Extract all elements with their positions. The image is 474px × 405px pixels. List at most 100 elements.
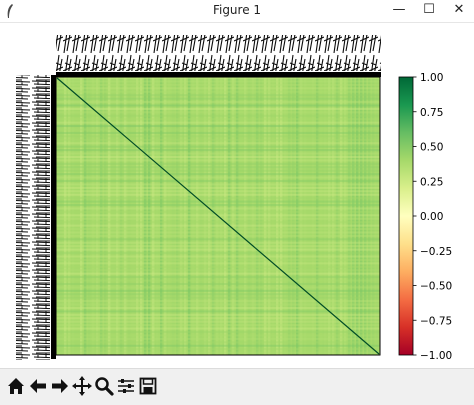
colorbar-tick-label: 1.00 <box>420 72 443 84</box>
forward-button[interactable] <box>50 375 70 397</box>
heatmap-row <box>56 293 380 296</box>
heatmap-row <box>56 320 380 323</box>
heatmap-row <box>56 272 380 275</box>
colorbar-gradient <box>398 76 414 356</box>
maximize-button[interactable]: ☐ <box>414 0 444 22</box>
heatmap-row <box>56 80 380 83</box>
heatmap-row <box>56 142 380 145</box>
heatmap-row <box>56 183 380 186</box>
heatmap-row <box>56 269 380 272</box>
heatmap-row <box>56 224 380 227</box>
heatmap-row <box>56 193 380 196</box>
heatmap-row <box>56 317 380 320</box>
heatmap-row <box>56 265 380 268</box>
heatmap-row <box>56 337 380 340</box>
heatmap-row <box>56 241 380 244</box>
heatmap-row <box>56 125 380 128</box>
heatmap-row <box>56 176 380 179</box>
top-tick-band <box>56 72 381 77</box>
heatmap-row <box>56 97 380 100</box>
configure-subplots-button[interactable] <box>116 375 136 397</box>
heatmap-row <box>56 245 380 248</box>
colorbar-tick-label: −0.75 <box>420 315 452 327</box>
colorbar-tick-label: −0.25 <box>420 246 452 258</box>
heatmap-row <box>56 159 380 162</box>
title-bar: Figure 1 — ☐ ✕ <box>0 0 474 23</box>
home-button[interactable] <box>6 375 26 397</box>
heatmap-row <box>56 166 380 169</box>
heatmap-row <box>56 238 380 241</box>
heatmap-row <box>56 149 380 152</box>
heatmap-row <box>56 197 380 200</box>
heatmap-row <box>56 217 380 220</box>
zoom-button[interactable] <box>94 375 114 397</box>
heatmap-row <box>56 344 380 347</box>
heatmap-row <box>56 179 380 183</box>
heatmap-row <box>56 207 380 210</box>
heatmap-row <box>56 145 380 148</box>
back-icon <box>30 379 46 393</box>
heatmap-row <box>56 173 380 176</box>
colorbar-tick-label: 0.50 <box>420 142 443 154</box>
heatmap-row <box>56 334 380 337</box>
back-button[interactable] <box>28 375 48 397</box>
heatmap-row <box>56 296 380 299</box>
heatmap-row <box>56 111 380 114</box>
save-icon <box>139 377 157 395</box>
heatmap-row <box>56 210 380 213</box>
heatmap-row <box>56 279 380 282</box>
heatmap-row <box>56 135 380 138</box>
heatmap-row <box>56 186 380 189</box>
correlation-heatmap-figure: 1.00 0.75 0.50 0.25 0.00 −0.25 −0.50 −0.75 −1.00 <box>0 23 474 368</box>
configure-subplots-icon <box>118 379 134 393</box>
heatmap-row <box>56 351 380 354</box>
y-tick-labels <box>16 75 50 360</box>
minimize-button[interactable]: — <box>384 0 414 22</box>
heatmap-row <box>56 131 380 134</box>
zoom-icon <box>95 377 114 396</box>
colorbar-tick-label: 0.00 <box>420 211 443 223</box>
heatmap-row <box>56 90 380 93</box>
heatmap-row <box>56 200 380 203</box>
heatmap-row <box>56 286 380 289</box>
heatmap-row <box>56 313 380 316</box>
pan-button[interactable] <box>72 375 92 397</box>
heatmap-row <box>56 152 380 155</box>
figure-canvas: 1.00 0.75 0.50 0.25 0.00 −0.25 −0.50 −0.75 −1.00 <box>0 23 474 368</box>
heatmap-row <box>56 228 380 231</box>
x-tick-labels <box>56 35 381 71</box>
colorbar-tick-label: −1.00 <box>420 350 452 362</box>
heatmap-row <box>56 348 380 351</box>
heatmap-row <box>56 221 380 224</box>
home-icon <box>8 378 24 394</box>
heatmap-row <box>56 303 380 306</box>
heatmap-row <box>56 234 380 237</box>
heatmap-row <box>56 138 380 141</box>
heatmap-row <box>56 104 380 107</box>
heatmap-row <box>56 231 380 234</box>
close-button[interactable]: ✕ <box>444 0 474 22</box>
navigation-toolbar <box>0 368 474 405</box>
heatmap-row <box>56 327 380 330</box>
heatmap-row <box>56 330 380 334</box>
heatmap-row <box>56 252 380 255</box>
heatmap-row <box>56 83 380 86</box>
pan-icon <box>72 376 92 396</box>
colorbar-tick-label: −0.50 <box>420 281 452 293</box>
heatmap-row <box>56 300 380 303</box>
colorbar-tick-label: 0.75 <box>420 107 443 119</box>
heatmap-row <box>56 203 380 207</box>
heatmap-row <box>56 306 380 310</box>
heatmap-row <box>56 341 380 344</box>
heatmap-row <box>56 155 380 158</box>
heatmap-row <box>56 101 380 104</box>
heatmap-row <box>56 324 380 327</box>
save-button[interactable] <box>138 375 158 397</box>
heatmap-row <box>56 94 380 97</box>
heatmap-row <box>56 276 380 279</box>
heatmap-row <box>56 258 380 261</box>
heatmap-row <box>56 169 380 172</box>
heatmap-row <box>56 114 380 117</box>
heatmap-row <box>56 255 380 258</box>
heatmap-row <box>56 262 380 265</box>
